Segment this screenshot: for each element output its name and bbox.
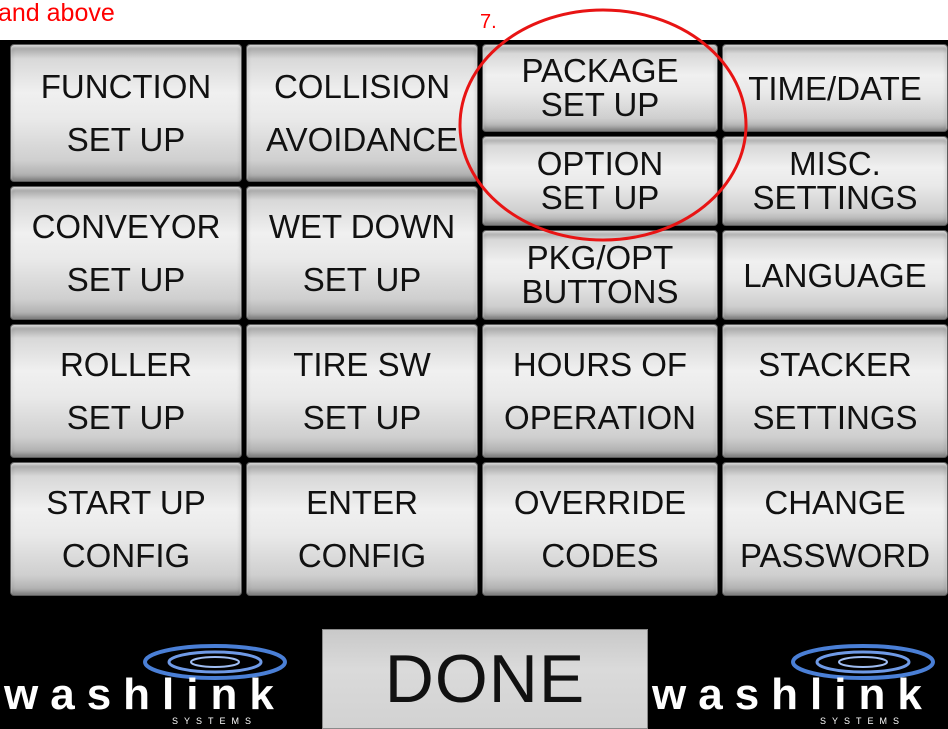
function-setup-label-line2: SET UP [66, 121, 186, 158]
function-setup-button[interactable]: FUNCTION SET UP [10, 44, 242, 182]
change-password-label-line2: PASSWORD [739, 537, 931, 574]
enter-config-button[interactable]: ENTER CONFIG [246, 462, 478, 596]
wet-down-setup-label-line1: WET DOWN [268, 208, 456, 245]
override-codes-label-line1: OVERRIDE [513, 484, 687, 521]
done-button[interactable]: DONE [322, 629, 648, 729]
wet-down-setup-label-line2: SET UP [302, 261, 422, 298]
override-codes-label-line2: CODES [541, 537, 659, 574]
tire-sw-setup-label-line1: TIRE SW [293, 346, 431, 383]
washlink-subtitle: SYSTEMS [820, 716, 906, 726]
misc-settings-label-line2: SETTINGS [752, 179, 918, 216]
stacker-settings-label-line2: SETTINGS [752, 399, 918, 436]
conveyor-setup-button[interactable]: CONVEYOR SET UP [10, 186, 242, 320]
hours-of-operation-label-line1: HOURS OF [512, 346, 688, 383]
start-up-config-button[interactable]: START UP CONFIG [10, 462, 242, 596]
collision-avoidance-label-line1: COLLISION [273, 68, 451, 105]
pkg-opt-buttons-label-line1: PKG/OPT [526, 239, 674, 276]
enter-config-label-line2: CONFIG [297, 537, 427, 574]
washlink-logo-left: washlink SYSTEMS [0, 640, 320, 729]
washlink-wordmark: washlink [652, 670, 934, 719]
misc-settings-label-line1: MISC. [789, 145, 881, 182]
function-setup-label-line1: FUNCTION [40, 68, 212, 105]
time-date-label: TIME/DATE [748, 69, 922, 107]
conveyor-setup-label-line2: SET UP [66, 261, 186, 298]
washlink-logo-right: washlink SYSTEMS [648, 640, 948, 729]
start-up-config-label-line1: START UP [46, 484, 206, 521]
collision-avoidance-label-line2: AVOIDANCE [266, 121, 458, 158]
language-label: LANGUAGE [743, 256, 927, 294]
washlink-subtitle: SYSTEMS [172, 716, 258, 726]
language-button[interactable]: LANGUAGE [722, 230, 948, 320]
change-password-label-line1: CHANGE [764, 484, 906, 521]
wet-down-setup-button[interactable]: WET DOWN SET UP [246, 186, 478, 320]
package-setup-button[interactable]: PACKAGE SET UP [482, 44, 718, 132]
tire-sw-setup-label-line2: SET UP [302, 399, 422, 436]
hours-of-operation-button[interactable]: HOURS OF OPERATION [482, 324, 718, 458]
annotation-step-number: 7. [480, 11, 497, 33]
stacker-settings-button[interactable]: STACKER SETTINGS [722, 324, 948, 458]
annotation-caption: and above [0, 0, 115, 27]
option-setup-label-line1: OPTION [536, 145, 664, 182]
pkg-opt-buttons-label-line2: BUTTONS [521, 273, 679, 310]
roller-setup-label-line1: ROLLER [59, 346, 193, 383]
option-setup-label-line2: SET UP [540, 179, 660, 216]
washlink-wordmark: washlink [4, 670, 286, 719]
package-setup-label-line1: PACKAGE [521, 52, 679, 89]
time-date-button[interactable]: TIME/DATE [722, 44, 948, 132]
collision-avoidance-button[interactable]: COLLISION AVOIDANCE [246, 44, 478, 182]
enter-config-label-line1: ENTER [306, 484, 418, 521]
misc-settings-button[interactable]: MISC. SETTINGS [722, 136, 948, 226]
stacker-settings-label-line1: STACKER [758, 346, 912, 383]
change-password-button[interactable]: CHANGE PASSWORD [722, 462, 948, 596]
roller-setup-button[interactable]: ROLLER SET UP [10, 324, 242, 458]
pkg-opt-buttons-button[interactable]: PKG/OPT BUTTONS [482, 230, 718, 320]
option-setup-button[interactable]: OPTION SET UP [482, 136, 718, 226]
hours-of-operation-label-line2: OPERATION [504, 399, 696, 436]
roller-setup-label-line2: SET UP [66, 399, 186, 436]
override-codes-button[interactable]: OVERRIDE CODES [482, 462, 718, 596]
conveyor-setup-label-line1: CONVEYOR [31, 208, 221, 245]
tire-sw-setup-button[interactable]: TIRE SW SET UP [246, 324, 478, 458]
start-up-config-label-line2: CONFIG [61, 537, 191, 574]
package-setup-label-line2: SET UP [540, 86, 660, 123]
screenshot-stage: { "annotation": { "caption": "and above"… [0, 0, 948, 729]
done-label: DONE [384, 641, 586, 717]
